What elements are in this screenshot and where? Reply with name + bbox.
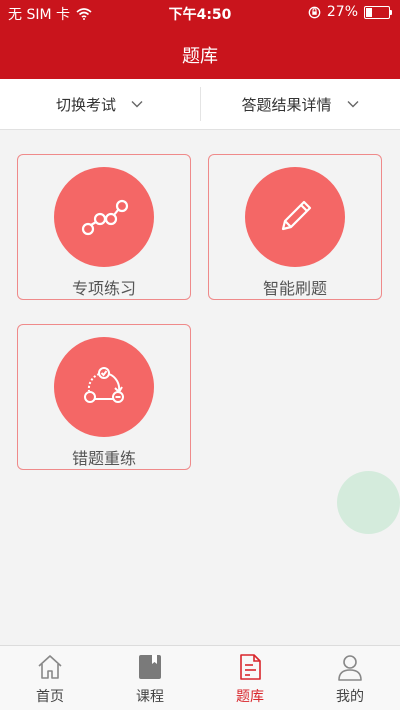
battery-icon xyxy=(364,5,392,19)
status-bar: 无 SIM 卡 下午4:50 27% xyxy=(0,0,400,26)
answer-results-label: 答题结果详情 xyxy=(241,95,332,114)
pencil-icon xyxy=(281,200,312,231)
book-icon xyxy=(139,655,161,679)
card-icon-circle xyxy=(54,167,154,267)
tab-bar: 首页 课程 题库 我的 xyxy=(0,645,400,710)
battery-percent: 27% xyxy=(326,4,358,20)
tab-courses[interactable]: 课程 xyxy=(100,646,200,710)
tab-label: 首页 xyxy=(36,689,64,705)
answer-results-dropdown[interactable]: 答题结果详情 xyxy=(201,79,400,129)
home-icon xyxy=(38,655,62,679)
status-right: 27% xyxy=(308,4,392,20)
card-icon-circle xyxy=(54,337,154,437)
retry-cycle-icon xyxy=(84,367,124,403)
card-icon-circle xyxy=(245,167,345,267)
app-root: 无 SIM 卡 下午4:50 27% 题库 切换考试 答题结果详情 专项练习 智… xyxy=(0,0,400,710)
card-label: 智能刷题 xyxy=(262,279,327,298)
connected-dots-icon xyxy=(81,199,129,236)
floating-action-button[interactable] xyxy=(337,471,400,534)
document-icon xyxy=(240,654,261,680)
card-label: 错题重练 xyxy=(71,449,136,468)
smart-practice-card[interactable]: 智能刷题 xyxy=(208,154,382,300)
filter-bar: 切换考试 答题结果详情 xyxy=(0,79,400,130)
card-label: 专项练习 xyxy=(71,279,136,298)
chevron-down-icon xyxy=(347,101,358,108)
tab-question-bank[interactable]: 题库 xyxy=(200,646,300,710)
tab-label: 我的 xyxy=(336,689,364,705)
header: 无 SIM 卡 下午4:50 27% 题库 xyxy=(0,0,400,79)
battery-fill xyxy=(366,7,372,17)
switch-exam-label: 切换考试 xyxy=(55,95,116,114)
tab-profile[interactable]: 我的 xyxy=(300,646,400,710)
tab-label: 课程 xyxy=(136,689,164,705)
rotation-lock-icon xyxy=(308,6,321,18)
tab-label: 题库 xyxy=(236,689,264,705)
tab-home[interactable]: 首页 xyxy=(0,646,100,710)
special-practice-card[interactable]: 专项练习 xyxy=(17,154,191,300)
user-icon xyxy=(338,655,362,681)
page-title: 题库 xyxy=(182,46,218,67)
wrong-question-retry-card[interactable]: 错题重练 xyxy=(17,324,191,470)
chevron-down-icon xyxy=(131,101,143,108)
switch-exam-dropdown[interactable]: 切换考试 xyxy=(0,79,200,129)
